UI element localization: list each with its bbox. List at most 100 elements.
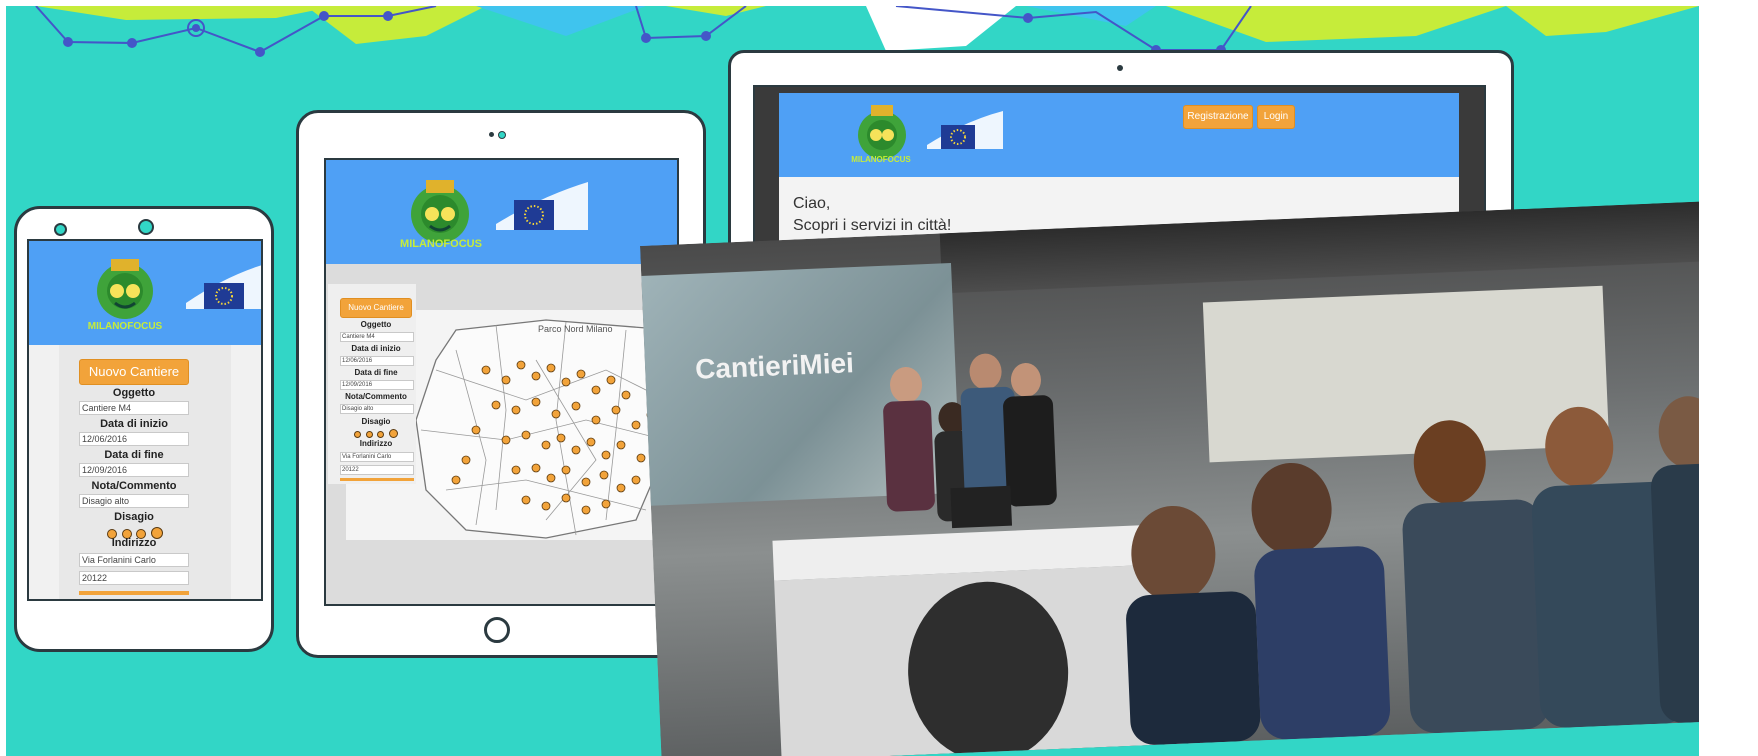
emoji-face-icon[interactable] (377, 431, 385, 438)
site-marker-icon[interactable] (606, 375, 616, 385)
new-site-button[interactable]: Nuovo Cantiere (340, 298, 412, 318)
field-label-indirizzo: Indirizzo (359, 439, 393, 448)
site-marker-icon[interactable] (621, 390, 631, 400)
field-input-via[interactable]: Via Forlanini Carlo (79, 553, 189, 567)
site-marker-icon[interactable] (581, 505, 591, 515)
logo-text: MILANOFOCUS (851, 155, 911, 164)
field-input-nota[interactable]: Disagio alto (79, 494, 189, 508)
phone-frame: MILANOFOCUS Nuovo Cantiere Oggetto Canti… (14, 206, 274, 652)
field-input-data-fine[interactable]: 12/09/2016 (340, 380, 414, 390)
site-marker-icon[interactable] (546, 473, 556, 483)
logo-text: MILANOFOCUS (87, 321, 163, 332)
site-marker-icon[interactable] (481, 365, 491, 375)
map-label: Parco Nord Milano (538, 324, 613, 334)
site-marker-icon[interactable] (531, 463, 541, 473)
phone-speaker-icon (138, 219, 154, 235)
site-marker-icon[interactable] (611, 405, 621, 415)
field-input-via[interactable]: Via Forlanini Carlo (340, 452, 414, 462)
field-input-oggetto[interactable]: Cantiere M4 (79, 401, 189, 415)
site-marker-icon[interactable] (521, 430, 531, 440)
logo-text: MILANOFOCUS (400, 238, 482, 250)
field-input-data-inizio[interactable]: 12/06/2016 (340, 356, 414, 366)
phone-header: MILANOFOCUS (29, 241, 261, 345)
emoji-face-icon[interactable] (365, 431, 373, 438)
site-marker-icon[interactable] (581, 477, 591, 487)
milanofocus-logo-icon (411, 180, 469, 243)
site-marker-icon[interactable] (561, 493, 571, 503)
field-input-oggetto[interactable]: Cantiere M4 (340, 332, 414, 342)
tablet-sensor-icon (489, 132, 494, 137)
field-label-data-inizio: Data di inizio (351, 344, 401, 353)
new-site-button[interactable]: Nuovo Cantiere (79, 359, 189, 385)
field-input-cap[interactable]: 20122 (79, 571, 189, 585)
field-label-disagio: Disagio (114, 511, 154, 523)
disagio-rating (354, 429, 398, 438)
field-label-data-inizio: Data di inizio (100, 418, 168, 430)
promo-collage: MILANOFOCUS Nuovo Cantiere Oggetto Canti… (0, 0, 1758, 756)
site-marker-icon[interactable] (546, 363, 556, 373)
field-input-nota[interactable]: Disagio alto (340, 404, 414, 414)
site-marker-icon[interactable] (616, 483, 626, 493)
tablet-header: MILANOFOCUS (326, 160, 677, 264)
site-marker-icon[interactable] (631, 475, 641, 485)
field-label-data-fine: Data di fine (354, 368, 398, 377)
site-marker-icon[interactable] (501, 375, 511, 385)
site-marker-icon[interactable] (556, 433, 566, 443)
site-marker-icon[interactable] (541, 501, 551, 511)
site-marker-icon[interactable] (571, 445, 581, 455)
tablet-home-button[interactable] (484, 617, 510, 643)
emoji-face-icon[interactable] (388, 429, 398, 438)
submit-button-edge[interactable] (340, 478, 414, 481)
login-button[interactable]: Login (1257, 105, 1295, 129)
tablet-camera-icon (498, 131, 506, 139)
site-marker-icon[interactable] (601, 450, 611, 460)
register-button[interactable]: Registrazione (1183, 105, 1253, 129)
tablet-screen: MILANOFOCUS Parco Nord Milano Nuovo Cant… (324, 158, 679, 606)
site-marker-icon[interactable] (586, 437, 596, 447)
site-marker-icon[interactable] (501, 435, 511, 445)
site-marker-icon[interactable] (541, 440, 551, 450)
site-marker-icon[interactable] (631, 420, 641, 430)
site-marker-icon[interactable] (531, 397, 541, 407)
site-marker-icon[interactable] (591, 415, 601, 425)
laptop-header: MILANOFOCUS Registrazione Login (779, 93, 1459, 177)
emoji-face-icon[interactable] (354, 431, 362, 438)
field-label-indirizzo: Indirizzo (111, 537, 157, 549)
photo-people-silhouettes (772, 353, 1699, 756)
site-marker-icon[interactable] (551, 409, 561, 419)
site-marker-icon[interactable] (511, 465, 521, 475)
milanofocus-logo-icon (97, 259, 153, 319)
site-marker-icon[interactable] (471, 425, 481, 435)
site-marker-icon[interactable] (601, 499, 611, 509)
phone-camera-icon (54, 223, 67, 236)
site-marker-icon[interactable] (636, 453, 646, 463)
field-input-data-fine[interactable]: 12/09/2016 (79, 463, 189, 477)
site-marker-icon[interactable] (561, 465, 571, 475)
field-label-oggetto: Oggetto (112, 387, 156, 399)
phone-screen: MILANOFOCUS Nuovo Cantiere Oggetto Canti… (27, 239, 263, 601)
site-marker-icon[interactable] (599, 470, 609, 480)
site-marker-icon[interactable] (571, 401, 581, 411)
site-marker-icon[interactable] (521, 495, 531, 505)
site-marker-icon[interactable] (531, 371, 541, 381)
hackathon-team-photo: CantieriMiei (640, 200, 1699, 756)
field-input-data-inizio[interactable]: 12/06/2016 (79, 432, 189, 446)
site-marker-icon[interactable] (491, 400, 501, 410)
teal-background: MILANOFOCUS Nuovo Cantiere Oggetto Canti… (6, 6, 1699, 756)
site-marker-icon[interactable] (461, 455, 471, 465)
field-label-nota: Nota/Commento (91, 480, 177, 492)
greeting-text: Ciao, (793, 195, 831, 212)
site-marker-icon[interactable] (561, 377, 571, 387)
eu-commission-logo-icon (496, 182, 588, 230)
site-marker-icon[interactable] (516, 360, 526, 370)
field-label-data-fine: Data di fine (104, 449, 164, 461)
eu-commission-logo-icon (186, 265, 261, 309)
submit-button-edge[interactable] (79, 591, 189, 595)
site-marker-icon[interactable] (451, 475, 461, 485)
site-marker-icon[interactable] (511, 405, 521, 415)
site-marker-icon[interactable] (576, 369, 586, 379)
eu-commission-logo-icon (927, 111, 1003, 149)
field-input-cap[interactable]: 20122 (340, 465, 414, 475)
site-marker-icon[interactable] (591, 385, 601, 395)
site-marker-icon[interactable] (616, 440, 626, 450)
